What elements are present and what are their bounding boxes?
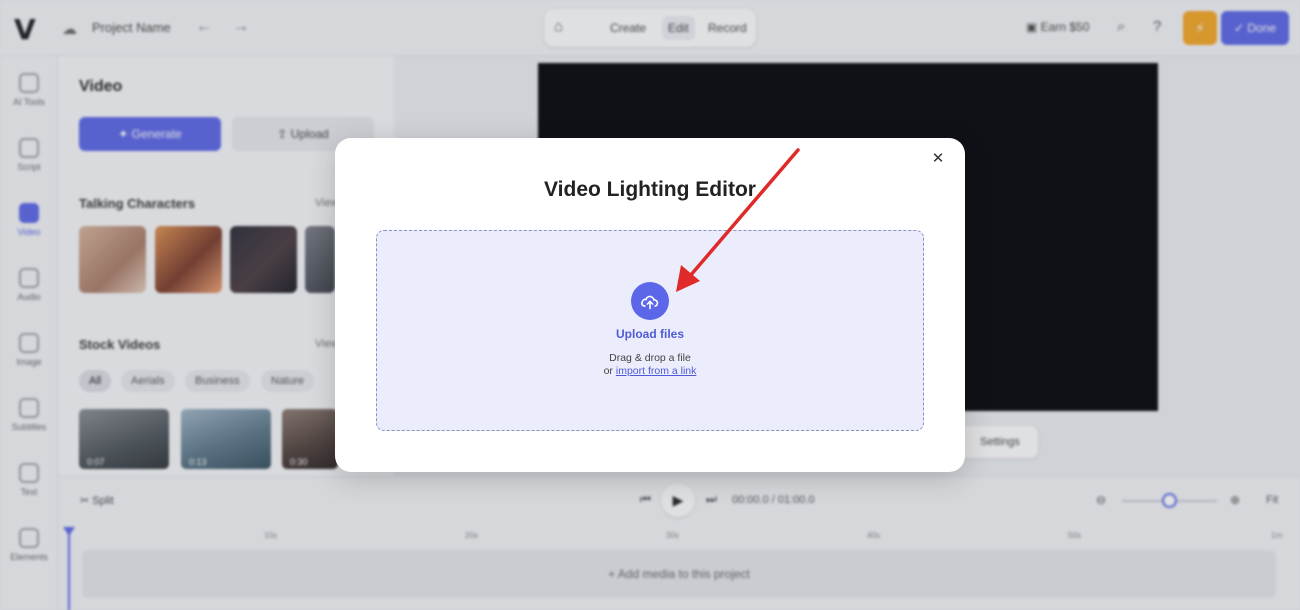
import-line: or import from a link — [377, 365, 923, 377]
upload-files-label[interactable]: Upload files — [377, 327, 923, 341]
cloud-upload-icon — [641, 295, 659, 310]
dialog-title: Video Lighting Editor — [544, 178, 756, 201]
close-icon[interactable]: ✕ — [929, 150, 947, 168]
video-lighting-editor-dialog: ✕ Video Lighting Editor Upload files Dra… — [335, 138, 965, 472]
import-from-link[interactable]: import from a link — [616, 365, 697, 377]
or-text: or — [603, 365, 613, 377]
upload-dropzone[interactable]: Upload files Drag & drop a file or impor… — [376, 230, 924, 431]
drag-drop-text: Drag & drop a file — [609, 352, 691, 364]
upload-files-button[interactable] — [631, 282, 669, 320]
